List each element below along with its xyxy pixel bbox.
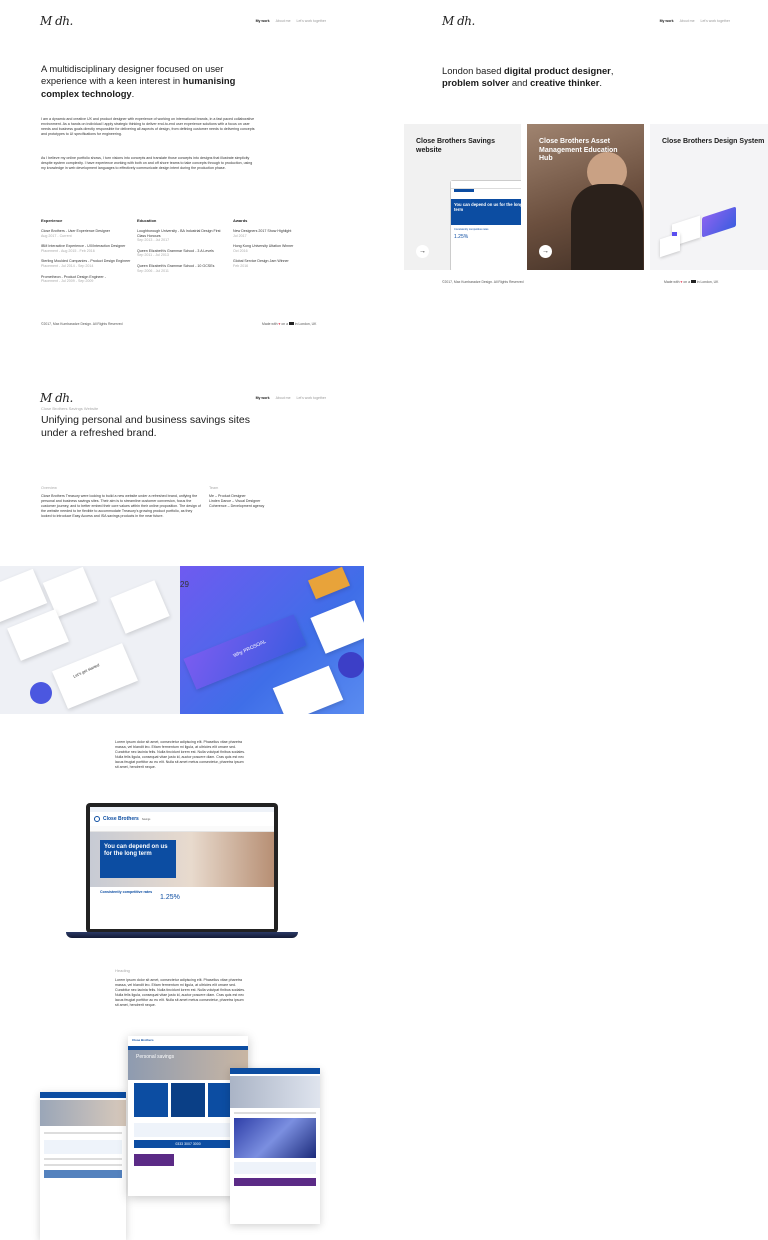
experience-item: Sterling Moulded Companies - Product Des… — [41, 259, 131, 268]
work-intro: London based digital product designer, p… — [442, 65, 614, 89]
webpage-mockup-right — [230, 1068, 320, 1224]
design-system-tile — [660, 232, 680, 258]
award-item: New Designers 2017 Show Highlight Jul 201… — [233, 229, 292, 238]
collage-tile — [51, 643, 139, 709]
nav-lets-work-together[interactable]: Let's work together — [297, 19, 326, 23]
project-card-education-hub[interactable]: Close Brothers Asset Management Educatio… — [527, 124, 644, 270]
collage-tile — [7, 609, 69, 661]
overview-label: Overview — [41, 486, 57, 490]
education-item: Queen Elizabeth's Grammar School - 3 A L… — [137, 248, 214, 258]
logo[interactable]: M dh. — [442, 14, 475, 28]
case-eyebrow: Close Brothers Savings Website — [41, 406, 99, 411]
nav-my-work[interactable]: My work — [256, 396, 270, 400]
project-card-savings-website[interactable]: Close Brothers Savings website You can d… — [404, 124, 521, 270]
rates-section: Consistently competitive rates 1.25% — [90, 887, 274, 904]
close-brothers-logo-icon — [94, 816, 100, 822]
card-mockup: You can depend on us for the long term C… — [450, 180, 521, 270]
case-title: Unifying personal and business savings s… — [41, 414, 250, 439]
nav-lets-work-together[interactable]: Let's work together — [297, 396, 326, 400]
about-headline: A multidisciplinary designer focused on … — [41, 63, 255, 100]
laptop-base — [66, 932, 298, 938]
experience-title: Experience — [41, 218, 63, 223]
experience-item: Close Brothers - User Experience Designe… — [41, 229, 110, 238]
site-brand-sub: Savings — [141, 817, 151, 821]
logo[interactable]: M dh. — [40, 391, 73, 405]
site-hero: You can depend on us for the long term — [90, 832, 274, 887]
mock-rate: 1.25% — [454, 234, 469, 240]
site-brand: Close Brothers — [103, 816, 139, 822]
education-item: Loughborough University - BA Industrial … — [137, 229, 221, 243]
team-list: Me – Product Designer Linden Dance – Vis… — [209, 494, 309, 509]
nav-about-me[interactable]: About me — [276, 396, 291, 400]
team-label: Team — [209, 486, 219, 490]
education-column: Education Loughborough University - BA I… — [137, 218, 229, 273]
collage-badge-icon — [30, 682, 52, 704]
section-heading: Heading — [115, 968, 130, 973]
mock-subhead: Consistently competitive rates — [454, 228, 489, 231]
card-title: Close Brothers Asset Management Educatio… — [539, 138, 618, 163]
site-header: Close Brothers Savings — [90, 812, 274, 826]
footer-copyright: ©2017, Max Kumbaradze Design. All Rights… — [442, 280, 524, 284]
phone-banner: 0333 3007 3000 — [134, 1140, 242, 1148]
experience-item: Prometheon - Product Design Engineer - Pl… — [41, 274, 106, 284]
awards-title: Awards — [233, 218, 248, 223]
collage-number: 29 — [180, 580, 189, 589]
card-arrow-button[interactable]: → — [416, 245, 429, 258]
mock-brand: Close Brothers — [132, 1038, 154, 1042]
laptop-icon — [690, 280, 696, 283]
top-nav: My work About me Let's work together — [251, 19, 326, 23]
collage-tile — [110, 580, 170, 634]
logo[interactable]: M dh. — [40, 14, 73, 28]
personal-savings-title: Personal savings — [136, 1054, 175, 1060]
about-paragraph-2: As I believe my online portfolio shows, … — [41, 156, 253, 170]
nav-about-me[interactable]: About me — [680, 19, 695, 23]
hero-headline: You can depend on us for the long term — [100, 840, 176, 878]
mock-headline: You can depend on us for the long term — [451, 199, 521, 225]
design-system-swatch — [672, 232, 677, 236]
laptop-mockup: Close Brothers Savings You can depend on… — [86, 803, 278, 933]
lorem-paragraph-1: Lorem ipsum dolor sit amet, consectetur … — [115, 740, 246, 769]
card-title: Close Brothers Savings website — [416, 138, 495, 154]
nav-my-work[interactable]: My work — [256, 19, 270, 23]
education-title: Education — [137, 218, 157, 223]
project-card-design-system[interactable]: Close Brothers Design System — [650, 124, 768, 270]
overview-text: Close Brothers Treasury were looking to … — [41, 494, 201, 518]
top-nav: My work About me Let's work together — [251, 396, 326, 400]
portrait-photo-body — [571, 184, 643, 270]
design-system-tile — [702, 206, 736, 238]
footer-copyright: ©2017, Max Kumbaradze Design. All Rights… — [41, 322, 123, 326]
nav-about-me[interactable]: About me — [276, 19, 291, 23]
nav-lets-work-together[interactable]: Let's work together — [701, 19, 730, 23]
top-nav: My work About me Let's work together — [655, 19, 730, 23]
team-member: Coherence – Development agency — [209, 504, 265, 508]
laptop-screen-content: Close Brothers Savings You can depend on… — [90, 807, 274, 929]
webpage-mockup-left — [40, 1092, 126, 1240]
card-title: Close Brothers Design System — [662, 138, 765, 145]
rate-value: 1.25% — [160, 894, 180, 901]
experience-item: IBM Interactive Experience - UX/Interact… — [41, 244, 126, 253]
experience-column: Experience Close Brothers - User Experie… — [41, 218, 133, 284]
nav-my-work[interactable]: My work — [660, 19, 674, 23]
education-item: Queen Elizabeth's Grammar School - 10 GC… — [137, 263, 215, 273]
lorem-paragraph-2: Lorem ipsum dolor sit amet, consectetur … — [115, 978, 246, 1007]
headline-end: . — [131, 87, 135, 99]
isometric-collage: 29 Let's get started Why PROSOAL — [0, 566, 364, 714]
card-arrow-button[interactable]: → — [539, 245, 552, 258]
award-item: Hong Kong University Ultation Winner Oct … — [233, 244, 294, 253]
awards-column: Awards New Designers 2017 Show Highlight… — [233, 218, 325, 269]
footer-made-with: Made with ♥ on a in London, UK — [262, 322, 317, 326]
about-paragraph-1: I am a dynamic and creative UX and produ… — [41, 117, 255, 136]
footer-made-with: Made with ♥ on a in London, UK — [664, 280, 719, 284]
laptop-icon — [288, 322, 294, 325]
collage-badge-icon — [338, 652, 364, 678]
award-item: Global Service Design Jam Winner Feb 2016 — [233, 259, 289, 268]
